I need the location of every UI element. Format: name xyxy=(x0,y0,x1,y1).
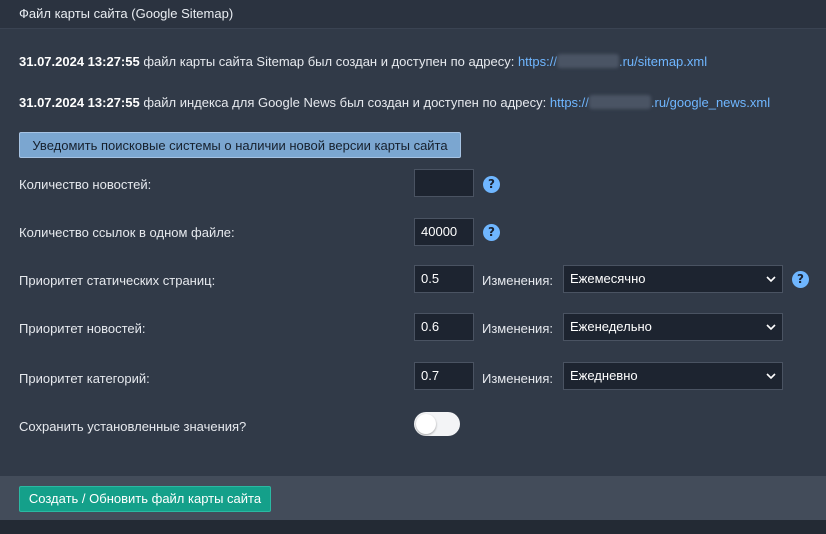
chevron-down-icon xyxy=(766,373,776,380)
save-values-toggle[interactable] xyxy=(414,412,460,436)
news-count-input[interactable] xyxy=(414,169,474,197)
sitemap-date: 31.07.2024 13:27:55 xyxy=(19,54,140,69)
sitemap-info-line: 31.07.2024 13:27:55 файл карты сайта Sit… xyxy=(19,54,707,69)
news-info-text: файл индекса для Google News был создан … xyxy=(139,95,550,110)
toggle-knob xyxy=(416,414,436,434)
sitemap-info-text: файл карты сайта Sitemap был создан и до… xyxy=(139,54,518,69)
category-changes-select[interactable]: Ежедневно xyxy=(563,362,783,390)
news-changes-label: Изменения: xyxy=(482,321,553,336)
links-per-file-input[interactable]: 40000 xyxy=(414,218,474,246)
static-changes-select[interactable]: Ежемесячно xyxy=(563,265,783,293)
news-priority-label: Приоритет новостей: xyxy=(19,321,146,336)
chevron-down-icon xyxy=(766,324,776,331)
google-news-link[interactable]: https:// .ru/google_news.xml xyxy=(550,95,770,110)
help-icon[interactable]: ? xyxy=(483,224,500,241)
panel-footer: Создать / Обновить файл карты сайта xyxy=(0,476,826,520)
category-priority-input[interactable]: 0.7 xyxy=(414,362,474,390)
static-changes-label: Изменения: xyxy=(482,273,553,288)
help-icon[interactable]: ? xyxy=(483,176,500,193)
chevron-down-icon xyxy=(766,276,776,283)
notify-search-engines-button[interactable]: Уведомить поисковые системы о наличии но… xyxy=(19,132,461,158)
news-count-label: Количество новостей: xyxy=(19,177,152,192)
news-changes-select[interactable]: Еженедельно xyxy=(563,313,783,341)
bottom-strip xyxy=(0,520,826,534)
panel-header: Файл карты сайта (Google Sitemap) xyxy=(0,0,826,29)
static-priority-label: Приоритет статических страниц: xyxy=(19,273,216,288)
save-values-label: Сохранить установленные значения? xyxy=(19,419,247,434)
static-changes-value: Ежемесячно xyxy=(570,271,646,286)
news-link-prefix: https:// xyxy=(549,95,589,110)
category-changes-value: Ежедневно xyxy=(570,368,638,383)
sitemap-link-suffix: .ru/sitemap.xml xyxy=(618,54,708,69)
create-update-sitemap-button[interactable]: Создать / Обновить файл карты сайта xyxy=(19,486,271,512)
category-priority-label: Приоритет категорий: xyxy=(19,371,150,386)
news-date: 31.07.2024 13:27:55 xyxy=(19,95,140,110)
news-priority-input[interactable]: 0.6 xyxy=(414,313,474,341)
help-icon[interactable]: ? xyxy=(792,271,809,288)
sitemap-link-prefix: https:// xyxy=(517,54,557,69)
redacted-domain xyxy=(556,54,619,68)
links-per-file-label: Количество ссылок в одном файле: xyxy=(19,225,235,240)
sitemap-link[interactable]: https:// .ru/sitemap.xml xyxy=(518,54,707,69)
category-changes-label: Изменения: xyxy=(482,371,553,386)
panel-title: Файл карты сайта (Google Sitemap) xyxy=(19,6,234,21)
news-changes-value: Еженедельно xyxy=(570,319,652,334)
news-info-line: 31.07.2024 13:27:55 файл индекса для Goo… xyxy=(19,95,770,110)
news-link-suffix: .ru/google_news.xml xyxy=(650,95,771,110)
static-priority-input[interactable]: 0.5 xyxy=(414,265,474,293)
redacted-domain xyxy=(588,95,651,109)
